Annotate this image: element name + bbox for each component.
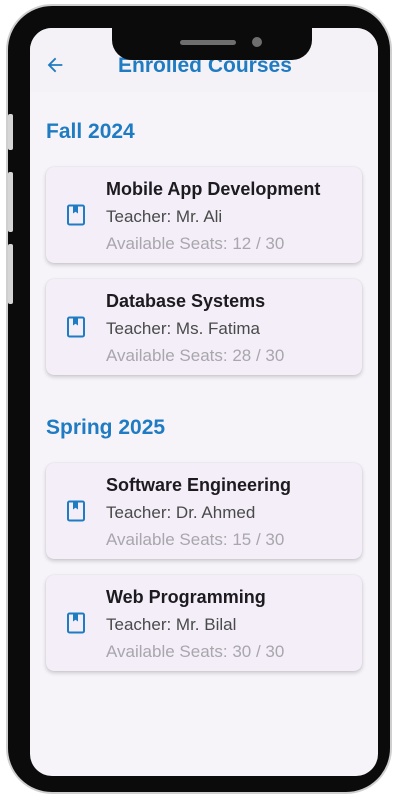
course-name: Web Programming: [106, 587, 266, 607]
back-button[interactable]: [44, 54, 72, 78]
course-seats: Available Seats: 12 / 30: [106, 234, 285, 253]
course-card[interactable]: Mobile App Development Teacher: Mr. Ali …: [46, 167, 362, 263]
course-seats: Available Seats: 28 / 30: [106, 346, 285, 365]
volume-down-button: [8, 244, 13, 304]
course-seats: Available Seats: 30 / 30: [106, 642, 285, 661]
course-teacher: Teacher: Mr. Bilal: [106, 615, 237, 634]
course-teacher: Teacher: Ms. Fatima: [106, 319, 260, 338]
section-title-spring-2025: Spring 2025: [46, 416, 166, 439]
volume-up-button: [8, 172, 13, 232]
book-icon: [67, 612, 85, 634]
course-teacher: Teacher: Dr. Ahmed: [106, 503, 256, 522]
course-card[interactable]: Web Programming Teacher: Mr. Bilal Avail…: [46, 575, 362, 671]
course-name: Database Systems: [106, 291, 266, 311]
arrow-back-icon: [47, 57, 63, 73]
course-card[interactable]: Database Systems Teacher: Ms. Fatima Ava…: [46, 279, 362, 375]
course-card[interactable]: Software Engineering Teacher: Dr. Ahmed …: [46, 463, 362, 559]
course-name: Mobile App Development: [106, 179, 321, 199]
side-button: [8, 114, 13, 150]
section-title-fall-2024: Fall 2024: [46, 120, 135, 143]
course-name: Software Engineering: [106, 475, 292, 495]
speaker: [180, 40, 236, 45]
course-teacher: Teacher: Mr. Ali: [106, 207, 223, 226]
screen: Enrolled Courses Fall 2024 Mobile App De…: [30, 28, 378, 776]
course-seats: Available Seats: 15 / 30: [106, 530, 285, 549]
book-icon: [67, 204, 85, 226]
camera: [252, 37, 262, 47]
book-icon: [67, 316, 85, 338]
book-icon: [67, 500, 85, 522]
notch: [112, 28, 312, 60]
